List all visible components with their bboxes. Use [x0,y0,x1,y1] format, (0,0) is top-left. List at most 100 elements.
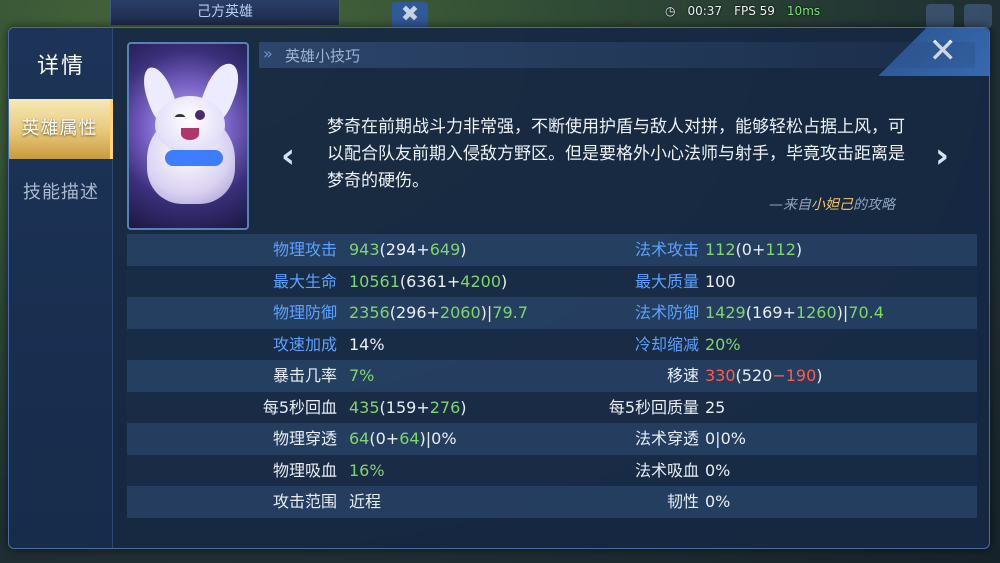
stat-value-part: 100 [705,271,736,291]
stat-value-part: 112 [765,240,796,259]
stat-row: 物理防御 2356(296+2060)|79.7 法术防御 1429(169+1260… [127,297,977,329]
stat-label: 物理攻击 [272,240,337,259]
stat-value: 0% [705,455,730,487]
stat-value-part: (520 [735,366,773,385]
stat-value-part: 276 [429,397,461,417]
hero-portrait [127,42,249,230]
stat-value: 100 [705,266,736,298]
team-heroes-bar: 己方英雄 [110,0,340,26]
clock-icon: ◷ [665,4,676,18]
tips-header: » 英雄小技巧 [259,42,975,68]
stat-value-part: 330 [705,366,736,385]
stat-value: 2356(296+2060)|79.7 [349,297,528,329]
stat-label: 物理吸血 [272,460,337,480]
stat-label: 移速 [666,366,699,385]
stat-label: 攻速加成 [272,334,337,354]
stat-value-part: ) [460,397,467,417]
status-hud: ◷ 00:37 FPS 59 10ms [665,0,820,22]
stat-value-part: 64 [399,429,420,448]
stat-value: 64(0+64)|0% [349,423,457,455]
stat-value-part: 4200 [460,271,501,291]
stat-value-part: 25 [705,397,726,417]
fps-readout: FPS 59 [734,4,775,18]
tab-skill-description[interactable]: 技能描述 [9,163,113,223]
stat-row: 攻击范围 近程 韧性 0% [127,486,977,518]
stat-value: 25 [705,392,725,424]
stat-value: 10561(6361+4200) [349,266,507,298]
tip-source-author[interactable]: 小妲己 [811,197,853,213]
stat-value: 16% [349,455,385,487]
stat-value: 7% [349,360,374,392]
settings-icon [964,4,992,28]
stat-value-part: )|0% [419,429,457,448]
stats-table: 物理攻击 943(294+649) 法术攻击 112(0+112) 最大生命 10561(… [127,234,977,518]
stat-value: 近程 [349,486,381,518]
stat-value-part: )| [836,303,849,322]
stat-label: 每5秒回质量 [608,397,699,417]
stat-row: 每5秒回血 435(159+276) 每5秒回质量 25 [127,391,977,424]
stat-row: 物理穿透 64(0+64)|0% 法术穿透 0|0% [127,423,977,455]
tip-source-prefix: —来自 [769,197,811,213]
stat-value-part: 1429 [705,303,746,322]
stat-row: 物理攻击 943(294+649) 法术攻击 112(0+112) [127,234,977,266]
stat-label: 韧性 [666,492,699,511]
stat-label: 法术防御 [634,303,699,322]
stat-value-part: (294+ [379,240,430,259]
stat-value: 112(0+112) [705,234,802,266]
sidebar-title: 详情 [36,54,85,79]
stat-label: 冷却缩减 [634,334,699,354]
stat-label: 物理穿透 [272,429,337,448]
tip-source: —来自小妲己的攻略 [709,194,895,214]
stat-label: 攻击范围 [272,492,337,511]
match-timer: 00:37 [687,4,723,18]
stat-value-part: 0% [705,460,731,480]
stat-value: 0% [705,486,730,518]
stat-value-part: 16% [349,460,385,480]
stat-value: 20% [705,329,741,361]
stat-value-part: −190 [772,366,817,385]
stat-label: 最大生命 [272,271,337,291]
menu-icon [926,4,954,28]
stat-row: 攻速加成 14% 冷却缩减 20% [127,328,977,361]
stat-value-part: 112 [705,240,736,259]
stat-value: 14% [349,329,385,361]
stat-label: 法术吸血 [634,460,699,480]
tip-text: 梦奇在前期战斗力非常强，不断使用护盾与敌人对拼，能够轻松占据上风，可以配合队友前… [327,117,905,191]
stat-value: 330(520−190) [705,360,823,392]
stat-value-part: 64 [349,429,370,448]
stat-value-part: 14% [349,334,385,354]
top-right-icons [926,4,992,28]
hero-details-panel: 详情 英雄属性 技能描述 ✕ » 英雄小技巧 ‹ › 梦奇在前期战斗力非常强，不… [8,27,990,549]
chevron-left-icon: ‹ [280,136,295,176]
stat-label: 物理防御 [272,303,337,322]
double-chevron-icon: » [263,44,273,63]
tips-title: 英雄小技巧 [285,47,361,65]
stat-value-part: 943 [349,240,380,259]
details-sidebar: 详情 英雄属性 技能描述 [9,28,113,548]
stat-value: 1429(169+1260)|70.4 [705,297,884,329]
stat-value-part: 2060 [439,303,481,322]
stat-value-part: 0|0% [705,429,746,448]
stat-row: 物理吸血 16% 法术吸血 0% [127,454,977,487]
stat-value-part: 近程 [349,492,382,511]
stat-value-part: (0+ [735,240,766,259]
stat-value-part: 10561 [349,271,400,291]
prev-tip-button[interactable]: ‹ [273,136,303,176]
next-tip-button[interactable]: › [927,136,957,176]
stat-value: 0|0% [705,423,746,455]
stat-value-part: 20% [705,334,741,354]
stat-label: 法术穿透 [634,429,699,448]
stat-label: 法术攻击 [634,240,699,259]
stat-value-part: (6361+ [399,271,461,291]
background-close-icon: ✖ [392,2,428,28]
team-heroes-label: 己方英雄 [197,4,253,20]
stat-label: 最大质量 [634,271,699,291]
stat-value-part: 2356 [349,303,390,322]
stat-value-part: 79.7 [492,303,528,322]
stat-value-part: 7% [349,366,375,385]
tip-source-suffix: 的攻略 [853,197,895,213]
stat-value: 435(159+276) [349,392,467,424]
stat-value-part: (169+ [745,303,796,322]
tab-hero-attributes[interactable]: 英雄属性 [9,99,113,159]
stat-value-part: (296+ [389,303,440,322]
